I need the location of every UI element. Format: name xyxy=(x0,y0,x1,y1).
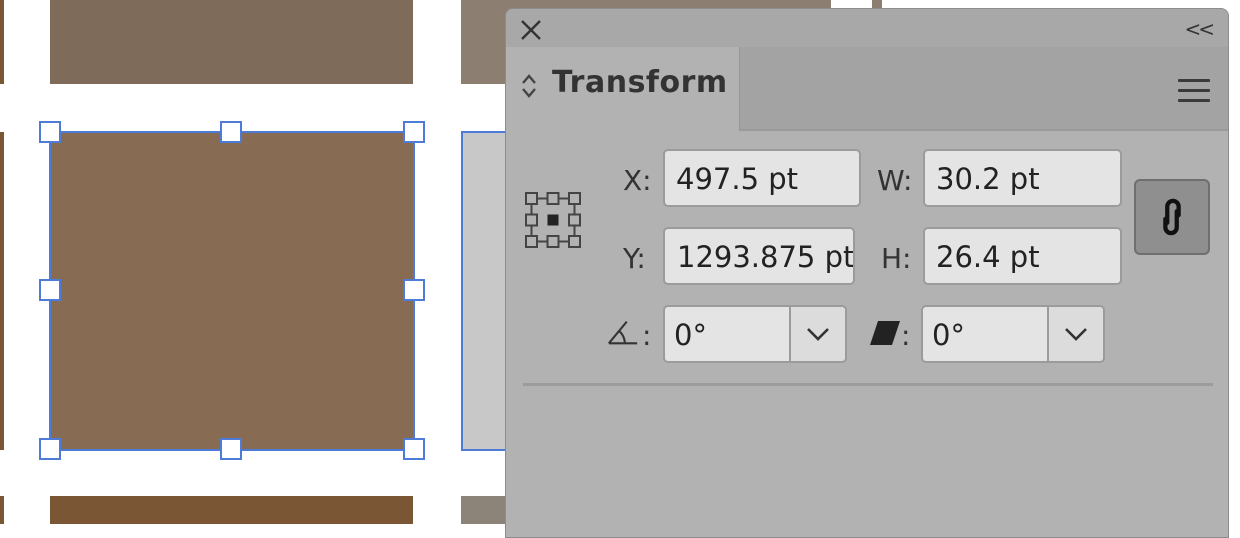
rotate-angle-icon xyxy=(608,320,638,345)
panel-tab-strip: Transform xyxy=(506,47,1228,131)
panel-titlebar[interactable]: << xyxy=(506,9,1228,47)
rotate-combo[interactable]: 0° xyxy=(663,305,847,363)
panel-divider xyxy=(523,383,1213,386)
resize-handle-middle-right[interactable] xyxy=(403,279,425,301)
width-field[interactable]: 30.2 pt xyxy=(923,149,1122,207)
swatch-bottom-left[interactable] xyxy=(50,496,413,524)
y-field[interactable]: 1293.875 pt xyxy=(663,227,855,285)
tab-transform-label: Transform xyxy=(552,65,728,100)
resize-handle-top-left[interactable] xyxy=(39,121,61,143)
shear-value[interactable]: 0° xyxy=(932,307,965,363)
link-icon xyxy=(1163,198,1181,236)
rotate-separator: : xyxy=(642,319,652,352)
shear-separator: : xyxy=(901,319,911,352)
chevron-down-icon xyxy=(807,328,829,341)
resize-handle-top-center[interactable] xyxy=(220,121,242,143)
w-label: W: xyxy=(877,164,913,197)
swatch-top-right-2[interactable] xyxy=(872,0,882,8)
resize-handle-middle-left[interactable] xyxy=(39,279,61,301)
close-icon[interactable] xyxy=(518,17,544,43)
x-label: X: xyxy=(623,164,652,197)
resize-handle-bottom-left[interactable] xyxy=(39,438,61,460)
swatch-left-edge-bottom xyxy=(0,496,4,524)
resize-handle-bottom-right[interactable] xyxy=(403,438,425,460)
y-label: Y: xyxy=(623,242,646,275)
reference-point-icon[interactable] xyxy=(524,191,582,249)
collapse-panel-button[interactable]: << xyxy=(1184,17,1214,41)
resize-handle-bottom-center[interactable] xyxy=(220,438,242,460)
height-field[interactable]: 26.4 pt xyxy=(923,227,1122,285)
shear-dropdown-button[interactable] xyxy=(1047,307,1103,361)
swatch-left-edge-top xyxy=(0,0,4,84)
selection-bounding-box[interactable] xyxy=(49,131,415,451)
chevron-down-icon xyxy=(1065,328,1087,341)
shear-icon xyxy=(870,321,900,345)
x-field[interactable]: 497.5 pt xyxy=(663,149,861,207)
rotate-value[interactable]: 0° xyxy=(674,307,707,363)
constrain-proportions-button[interactable] xyxy=(1134,179,1210,255)
swatch-top-left[interactable] xyxy=(50,0,413,84)
hamburger-menu-icon[interactable] xyxy=(1178,79,1210,103)
tab-transform[interactable]: Transform xyxy=(506,47,740,131)
resize-handle-top-right[interactable] xyxy=(403,121,425,143)
shear-combo[interactable]: 0° xyxy=(921,305,1105,363)
tab-reorder-arrows-icon xyxy=(522,74,536,98)
h-label: H: xyxy=(881,242,912,275)
swatch-left-edge-mid xyxy=(0,132,4,450)
transform-panel: << Transform X: 497.5 pt W: 30.2 pt Y: 1… xyxy=(505,8,1229,538)
rotate-dropdown-button[interactable] xyxy=(789,307,845,361)
